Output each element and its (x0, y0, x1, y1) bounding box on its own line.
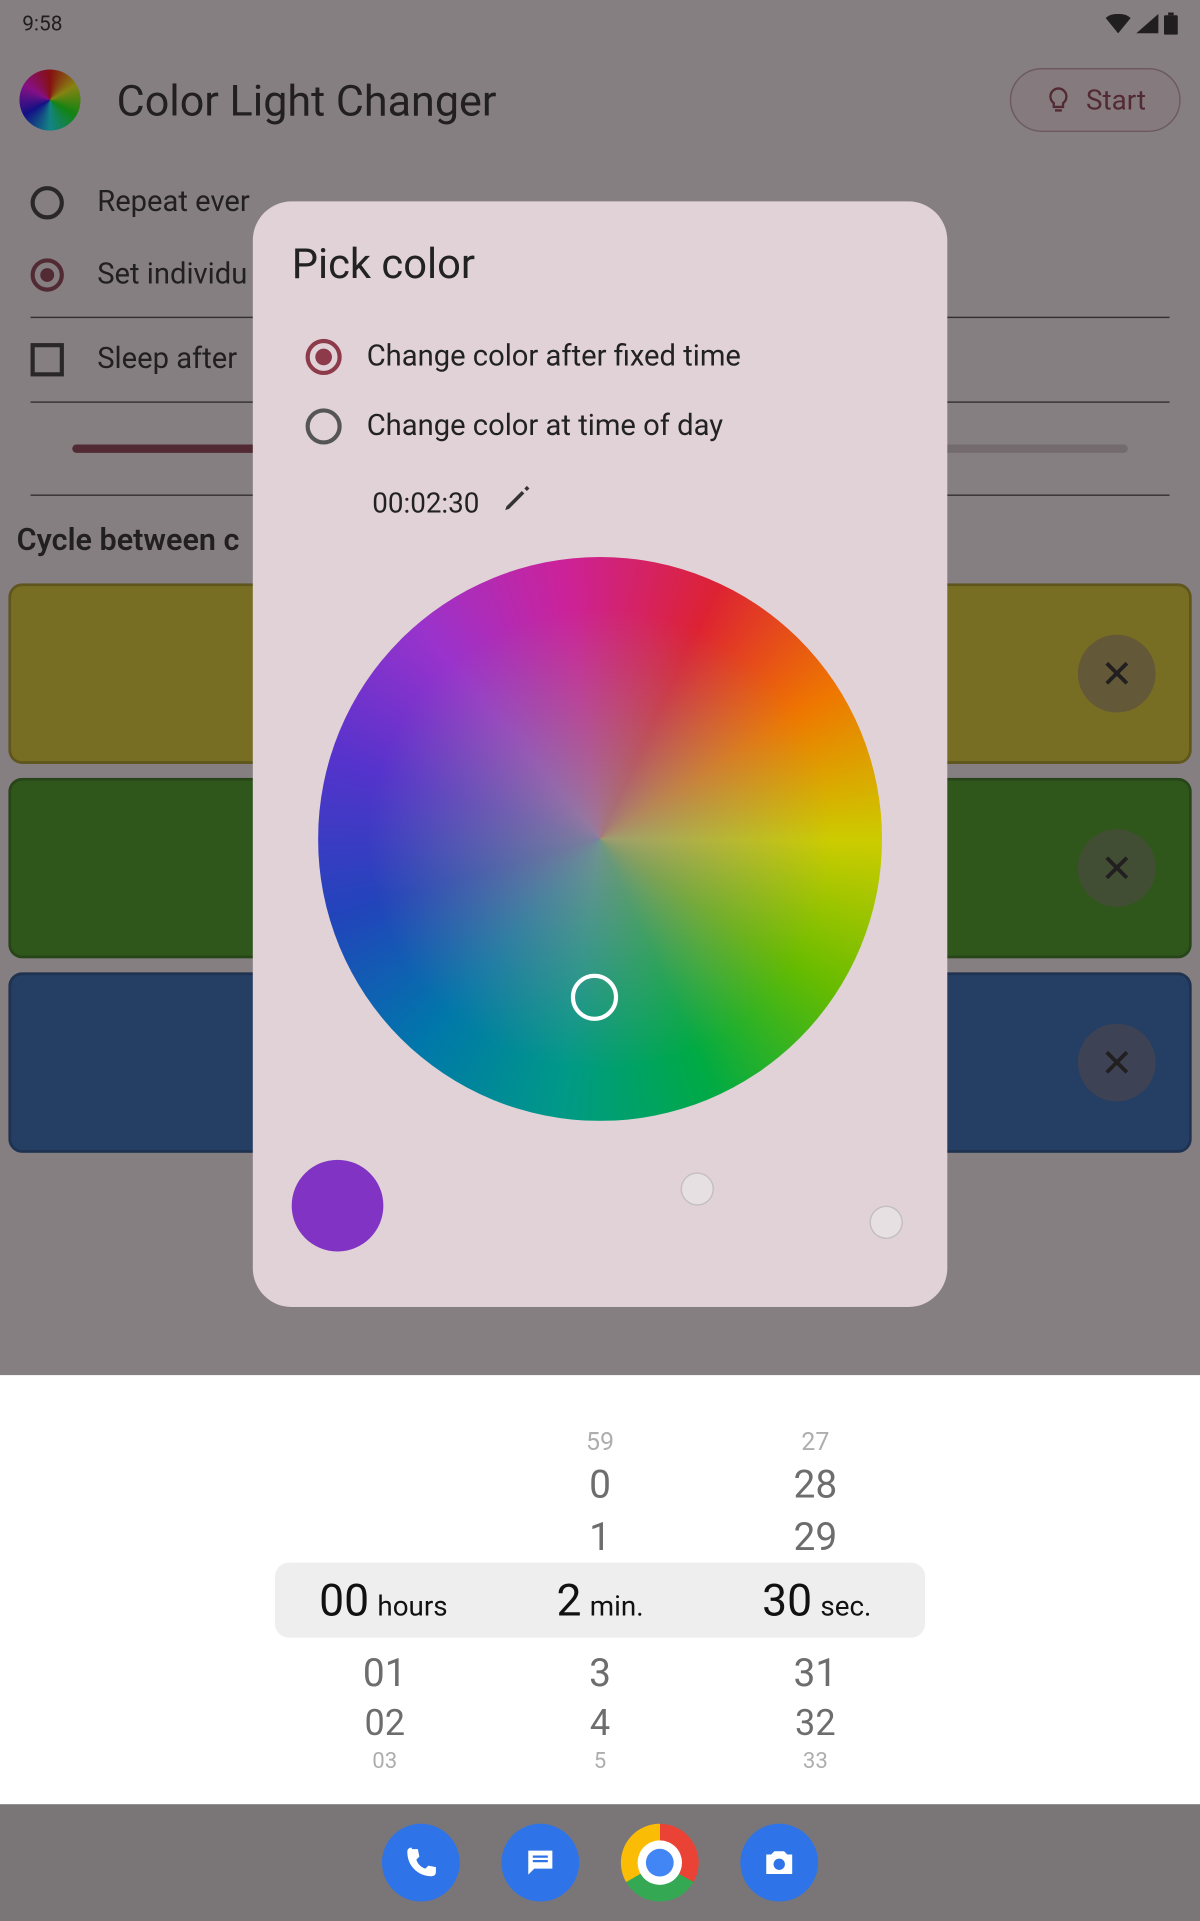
swatch-row (283, 1132, 916, 1251)
seconds-selected: 30 sec. (708, 1574, 925, 1627)
wheel-item[interactable]: 03 (277, 1747, 492, 1773)
wheel-item[interactable]: 5 (492, 1747, 707, 1773)
wheel-item[interactable]: 32 (708, 1703, 923, 1745)
color-wheel-wrap (283, 532, 916, 1132)
wheel-item[interactable]: 27 (708, 1428, 923, 1457)
wheel-item[interactable]: 33 (708, 1747, 923, 1773)
picker-selection-band: 00 hours 2 min. 30 sec. (275, 1563, 925, 1638)
hours-value: 00 (319, 1574, 369, 1627)
hours-selected: 00 hours (275, 1574, 492, 1627)
wheel-item[interactable]: 0 (492, 1461, 707, 1507)
slider-thumb-icon[interactable] (869, 1206, 902, 1239)
messages-app-button[interactable] (501, 1824, 579, 1902)
pick-color-modal: Pick color Change color after fixed time… (253, 201, 948, 1307)
phone-app-button[interactable] (382, 1824, 460, 1902)
option-fixed-label: Change color after fixed time (367, 340, 741, 373)
minutes-selected: 2 min. (492, 1574, 709, 1627)
modal-title: Pick color (283, 240, 916, 289)
wheel-item[interactable]: 29 (708, 1514, 923, 1560)
slider-thumb-icon[interactable] (681, 1172, 714, 1205)
radio-selected-icon (306, 339, 342, 375)
time-value: 00:02:30 (372, 485, 479, 518)
chrome-app-button[interactable] (621, 1824, 699, 1902)
time-picker[interactable]: 01 02 03 59 0 1 3 4 5 27 28 29 31 32 33 (0, 1375, 1200, 1804)
option-tod-label: Change color at time of day (367, 410, 723, 443)
message-icon (522, 1845, 558, 1881)
phone-icon (403, 1845, 439, 1881)
wheel-item[interactable]: 3 (492, 1650, 707, 1696)
option-fixed-time[interactable]: Change color after fixed time (283, 322, 916, 391)
color-wheel[interactable] (318, 557, 882, 1121)
option-time-of-day[interactable]: Change color at time of day (283, 392, 916, 461)
seconds-unit: sec. (820, 1589, 871, 1622)
wheel-item[interactable]: 59 (492, 1428, 707, 1457)
wheel-item[interactable]: 02 (277, 1703, 492, 1745)
color-swatch[interactable] (292, 1160, 384, 1252)
wheel-item[interactable]: 31 (708, 1650, 923, 1696)
hours-unit: hours (377, 1589, 447, 1622)
wheel-cursor-icon[interactable] (571, 973, 618, 1020)
wheel-item[interactable]: 4 (492, 1703, 707, 1745)
minutes-value: 2 (556, 1574, 581, 1627)
wheel-item[interactable]: 1 (492, 1514, 707, 1560)
pencil-icon (502, 483, 533, 514)
wheel-item[interactable]: 28 (708, 1461, 923, 1507)
camera-app-button[interactable] (740, 1824, 818, 1902)
nav-bar (0, 1804, 1200, 1921)
wheel-item[interactable]: 01 (277, 1650, 492, 1696)
time-display-row: 00:02:30 (283, 461, 916, 532)
minutes-unit: min. (590, 1589, 644, 1622)
edit-time-button[interactable] (502, 483, 533, 521)
camera-icon (760, 1843, 799, 1882)
radio-icon (306, 408, 342, 444)
seconds-value: 30 (762, 1574, 812, 1627)
